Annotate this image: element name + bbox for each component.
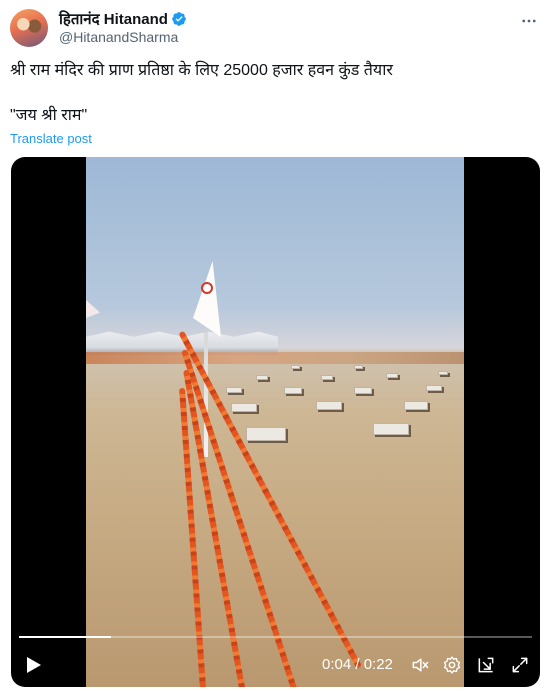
havan-kund [438, 371, 448, 375]
post-header: हितानंद Hitanand @HitanandSharma [10, 8, 540, 48]
translate-post-link[interactable]: Translate post [10, 131, 92, 146]
video-frame[interactable] [86, 157, 464, 687]
havan-kund [373, 423, 409, 435]
saffron-flag [193, 261, 221, 337]
fence-pole [204, 332, 208, 457]
flag-emblem [201, 282, 213, 294]
mute-button[interactable] [407, 647, 433, 683]
video-time: 0:04 / 0:22 [322, 656, 393, 673]
play-icon [27, 657, 41, 673]
havan-kund [426, 385, 442, 391]
havan-kund [386, 373, 398, 378]
author-display-name[interactable]: हितानंद Hitanand [59, 9, 168, 29]
verified-badge-icon [171, 11, 187, 27]
fullscreen-icon [512, 657, 528, 673]
distant-flag [86, 300, 100, 318]
havan-kund [284, 387, 302, 394]
settings-button[interactable] [439, 647, 465, 683]
havan-kund [316, 401, 342, 410]
post-text: श्री राम मंदिर की प्राण प्रतिष्ठा के लिए… [10, 62, 393, 79]
havan-kund [226, 387, 242, 393]
havan-kund [246, 427, 286, 441]
picture-in-picture-button[interactable] [473, 647, 499, 683]
video-progress-bar[interactable] [19, 636, 532, 638]
avatar[interactable] [10, 9, 48, 47]
video-progress-fill [19, 636, 112, 638]
havan-kund [231, 403, 257, 412]
settings-icon [443, 656, 461, 674]
distant-ground [86, 352, 464, 364]
havan-kund [291, 365, 300, 369]
more-icon[interactable] [518, 10, 540, 32]
havan-kund [354, 365, 363, 369]
author-handle[interactable]: @HitanandSharma [59, 29, 178, 45]
havan-kund [404, 401, 428, 410]
havan-kund [354, 387, 372, 394]
mute-icon [412, 658, 429, 672]
video-controls: 0:04 / 0:22 [11, 647, 540, 683]
havan-kund [256, 375, 268, 380]
fullscreen-button[interactable] [507, 647, 533, 683]
author-name-row[interactable]: हितानंद Hitanand [59, 9, 187, 29]
post-quote-text: "जय श्री राम" [10, 107, 88, 124]
video-player[interactable]: 0:04 / 0:22 [11, 157, 540, 687]
picture-in-picture-icon [478, 657, 494, 673]
play-button[interactable] [19, 647, 49, 683]
havan-kund [321, 375, 333, 380]
